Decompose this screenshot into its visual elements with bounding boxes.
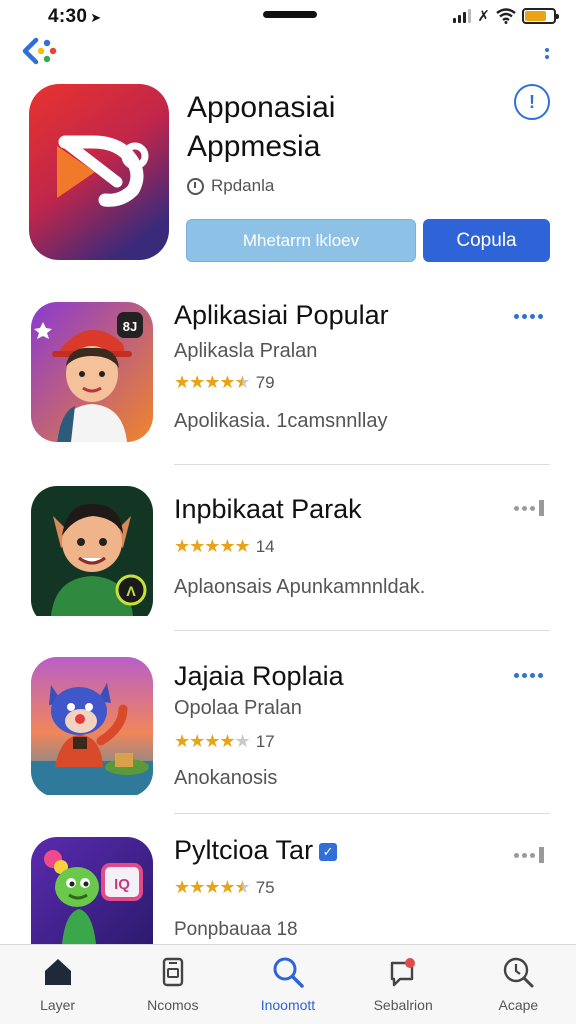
tab-label: Acape [498, 997, 539, 1013]
tab-label: Sebalrion [373, 997, 433, 1013]
more-options-icon[interactable]: › [514, 847, 550, 863]
app-name: Aplikasiai Popular [174, 300, 389, 330]
apps-icon [162, 957, 183, 987]
status-time: 4:30 ➤ [48, 6, 102, 27]
tab-label: Ncomos [147, 997, 199, 1013]
signal-icon [453, 9, 472, 23]
app-name: Inpbikaat Parak [174, 494, 362, 524]
star-rating-icon: ★★★★★ [174, 372, 251, 392]
app-description: Apolikasia. 1camsnnllay [174, 410, 388, 432]
app-name: Pyltcioa Tar ✓ [174, 835, 338, 866]
rating-count: 17 [255, 731, 275, 751]
secondary-action-button[interactable]: Mhetarrn lkloev [186, 219, 416, 262]
list-item[interactable]: Λ Inpbikaat Parak ★★★★★ 14 Aplaonsais Ap… [0, 480, 576, 650]
tab-bar: Layer Ncomos Inoomott Sebalrion Acape [0, 944, 576, 1024]
star-rating-icon: ★★★★★ [174, 731, 251, 751]
featured-title-line2: Appmesia [187, 130, 321, 163]
more-options-icon[interactable]: › [514, 500, 550, 516]
rating-count: 14 [255, 536, 275, 556]
app-rating: ★★★★★ 17 [174, 731, 275, 752]
tab-home[interactable]: Layer [3, 955, 113, 1024]
list-item[interactable]: Jajaia Roplaia Opolaa Pralan ★★★★★ 17 An… [0, 655, 576, 825]
app-icon: IQ [31, 837, 153, 957]
featured-app-icon[interactable] [29, 84, 169, 260]
divider [174, 630, 550, 631]
svg-text:8J: 8J [123, 319, 137, 334]
back-button[interactable] [20, 34, 62, 68]
clock-icon [187, 177, 204, 195]
more-options-icon[interactable] [514, 308, 550, 324]
tab-notifications[interactable]: Sebalrion [348, 955, 458, 1024]
app-name-text: Pyltcioa Tar [174, 835, 314, 865]
status-indicators: ✗ [453, 6, 559, 26]
verified-badge-icon: ✓ [319, 842, 338, 861]
featured-app-header: Apponasiai Appmesia ! Rpdanla Mhetarrn l… [0, 82, 576, 272]
home-icon [44, 959, 71, 985]
tab-search[interactable]: Inoomott [233, 955, 343, 1024]
tab-label: Layer [40, 997, 76, 1013]
app-description: Anokanosis [174, 767, 278, 789]
wifi-icon [496, 8, 516, 24]
svg-text:Λ: Λ [126, 583, 136, 599]
info-icon[interactable]: ! [514, 84, 550, 120]
featured-app-subtitle: Rpdanla [187, 176, 274, 196]
app-subtitle: Opolaa Pralan [174, 697, 302, 719]
search-icon [273, 957, 304, 988]
divider [174, 813, 550, 814]
app-rating: ★★★★★ 75 [174, 877, 275, 898]
nav-more-button[interactable] [542, 42, 552, 64]
notch-indicator [263, 11, 317, 18]
search-circle-icon [504, 957, 534, 988]
app-rating: ★★★★★ 14 [174, 536, 275, 557]
app-description: Ponpbauaa 18 [174, 919, 298, 940]
list-item[interactable]: 8J Aplikasiai Popular Aplikasla Pralan ★… [0, 290, 576, 465]
app-icon [31, 657, 153, 797]
notification-icon [390, 958, 416, 987]
tab-explore[interactable]: Acape [463, 955, 573, 1024]
app-description: Aplaonsais Apunkamnnldak. [174, 576, 426, 598]
divider [174, 464, 550, 465]
star-rating-icon: ★★★★★ [174, 536, 251, 556]
tab-label: Inoomott [260, 997, 316, 1013]
navigation-bar [0, 34, 576, 74]
featured-title-line1: Apponasiai [187, 91, 336, 124]
app-name: Jajaia Roplaia [174, 661, 344, 691]
app-subtitle: Aplikasla Pralan [174, 340, 318, 362]
app-rating: ★★★★★ 79 [174, 372, 275, 393]
app-icon: 8J [31, 302, 153, 442]
more-options-icon[interactable] [514, 667, 550, 683]
get-button[interactable]: Copula [423, 219, 550, 262]
battery-icon [522, 8, 559, 24]
featured-app-title: Apponasiai Appmesia [187, 88, 335, 166]
app-icon: Λ [31, 486, 153, 626]
back-logo-icon [22, 37, 57, 65]
tab-apps[interactable]: Ncomos [118, 955, 228, 1024]
network-icon: ✗ [477, 8, 490, 25]
rating-count: 75 [255, 877, 275, 897]
svg-text:IQ: IQ [114, 876, 130, 893]
featured-subtitle-text: Rpdanla [211, 176, 275, 195]
status-bar: 4:30 ➤ ✗ [0, 0, 576, 34]
rating-count: 79 [255, 372, 275, 392]
star-rating-icon: ★★★★★ [174, 877, 251, 897]
